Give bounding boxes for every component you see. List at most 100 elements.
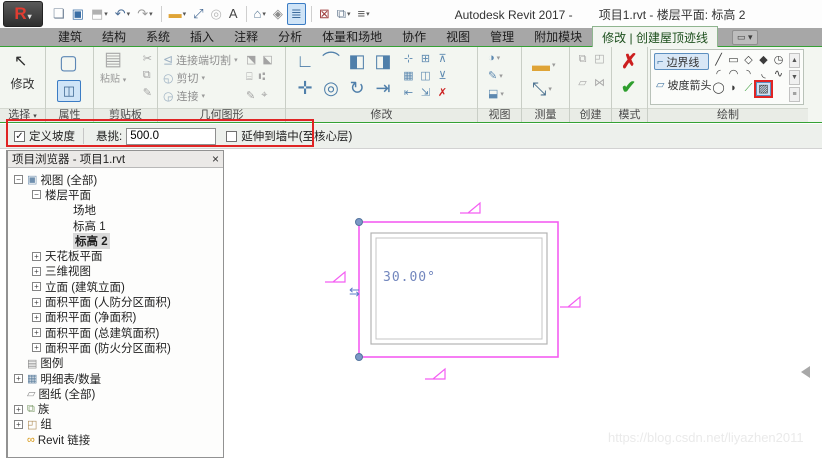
split-element-icon[interactable]: ⊹ [400, 53, 417, 70]
offset-icon[interactable]: ⌒ [318, 51, 344, 78]
split-gap-icon[interactable]: ⊞ [417, 53, 434, 70]
expand-icon[interactable]: + [32, 328, 41, 338]
aligned-dimension-icon[interactable]: ⤢ [190, 4, 206, 24]
draw-line-icon[interactable]: ╱ [711, 54, 726, 68]
draw-arc-center-icon[interactable]: ◠ [726, 68, 741, 82]
nav-arrow-icon[interactable] [801, 366, 810, 378]
draw-partial-ellipse-icon[interactable]: ◗ [726, 82, 741, 96]
tree-item[interactable]: + ◰ 组 [8, 417, 223, 432]
draw-spline-icon[interactable]: ∿ [771, 68, 786, 82]
thin-lines-icon[interactable]: ≣ [286, 3, 306, 25]
trim-extend-icon[interactable]: ⇥ [370, 78, 396, 105]
close-icon[interactable]: × [212, 153, 219, 165]
expand-icon[interactable]: + [32, 266, 41, 276]
application-menu-button[interactable]: R▾ [3, 1, 43, 27]
slope-triangle-bottom[interactable] [425, 367, 446, 380]
panel-label-select[interactable]: 选择 ▾ [0, 108, 45, 122]
tab-体量和场地[interactable]: 体量和场地 [312, 26, 392, 48]
measure-icon[interactable]: ▬ ▾ [166, 4, 190, 24]
move-icon[interactable]: ✛ [292, 78, 318, 105]
create-parts-icon[interactable]: ⋈ [591, 77, 608, 101]
tree-item[interactable]: 场地 [8, 203, 223, 218]
collapse-icon[interactable]: − [14, 175, 23, 185]
tag-icon[interactable]: ◎ [208, 4, 225, 24]
tab-建筑[interactable]: 建筑 [48, 26, 92, 48]
properties-palette-icon[interactable]: ▢ [59, 50, 78, 75]
expand-icon[interactable]: + [32, 312, 41, 322]
draw-inscribed-polygon-icon[interactable]: ◇ [741, 54, 756, 68]
tree-item[interactable]: + 天花板平面 [8, 248, 223, 263]
slope-triangle-top[interactable] [460, 201, 481, 214]
tab-协作[interactable]: 协作 [392, 26, 436, 48]
overhang-input[interactable] [126, 127, 217, 145]
align-icon[interactable]: ∟ [292, 51, 318, 78]
draw-arc-start-end-icon[interactable]: ◜ [711, 68, 726, 82]
tree-item[interactable]: + ⧉ 族 [8, 401, 223, 416]
tab-结构[interactable]: 结构 [92, 26, 136, 48]
tab-插入[interactable]: 插入 [180, 26, 224, 48]
tree-item[interactable]: 标高 2 [8, 232, 223, 249]
unpin-icon[interactable]: ⊻ [434, 70, 451, 87]
dimension-icon[interactable]: ⤡ ▾ [532, 79, 552, 99]
expand-icon[interactable]: + [32, 343, 41, 353]
draw-circle-icon[interactable]: ◷ [771, 54, 786, 68]
tree-item[interactable]: ▱ 图纸 (全部) [8, 386, 223, 401]
undo-icon[interactable]: ↶ ▾ [112, 4, 133, 24]
expand-icon[interactable]: + [32, 282, 41, 292]
default-3d-view-icon[interactable]: ⌂ ▾ [251, 4, 269, 24]
cut-geometry-button[interactable]: ◵ 剪切 ▾ [163, 70, 205, 86]
collapse-icon[interactable]: − [32, 190, 41, 200]
tab-附加模块[interactable]: 附加模块 [524, 26, 592, 48]
cope-button[interactable]: ⊴ 连接端切割 ▾ [163, 52, 238, 68]
tree-item[interactable]: ▤ 图例 [8, 356, 223, 371]
sync-icon[interactable]: ⬒ ▾ [88, 4, 111, 24]
section-icon[interactable]: ◈ [270, 4, 286, 24]
flip-arrows-control[interactable]: ⇆ [349, 284, 360, 299]
mirror-draw-icon[interactable]: ◨ [370, 51, 396, 78]
wall-joins-icon[interactable]: ⬔ [246, 53, 256, 66]
mirror-axis-icon[interactable]: ◧ [344, 51, 370, 78]
split-face-icon[interactable]: ⑆ [259, 71, 266, 84]
expand-icon[interactable]: + [14, 404, 23, 414]
expand-icon[interactable]: + [14, 374, 23, 383]
trim-multi-icon[interactable]: ⇲ [417, 87, 434, 104]
copy-icon[interactable]: ⧉ [143, 69, 152, 82]
create-assembly-icon[interactable]: ▱ [574, 77, 591, 101]
project-browser-header[interactable]: 项目浏览器 - 项目1.rvt × [8, 151, 223, 168]
override-graphics-icon[interactable]: ✎ ▾ [488, 70, 503, 82]
drawing-area[interactable]: ⇆ 30.00° [224, 149, 822, 462]
finish-edit-mode-button[interactable]: ✔ [621, 77, 636, 98]
draw-scroll-up-icon[interactable]: ▲ [789, 53, 800, 68]
tree-item[interactable]: + 面积平面 (人防分区面积) [8, 294, 223, 309]
temporary-hide-icon[interactable]: ◑ ▾ [488, 52, 500, 64]
tree-item[interactable]: + 三维视图 [8, 264, 223, 279]
create-similar-icon[interactable]: ◰ [591, 53, 608, 77]
pick-walls-icon[interactable]: ▨ [754, 80, 773, 98]
trim-corner-icon[interactable]: ⇤ [400, 87, 417, 104]
tree-item[interactable]: ∞ Revit 链接 [8, 432, 223, 447]
delete-icon[interactable]: ✗ [434, 87, 451, 104]
cancel-edit-mode-button[interactable]: ✗ [621, 49, 638, 74]
tree-item[interactable]: 标高 1 [8, 218, 223, 233]
tree-item[interactable]: + 立面 (建筑立面) [8, 279, 223, 294]
pin-icon[interactable]: ⊼ [434, 53, 451, 70]
slope-triangle-right[interactable] [560, 295, 581, 308]
switch-windows-icon[interactable]: ⧉ ▾ [334, 4, 354, 24]
draw-scroll-down-icon[interactable]: ▼ [789, 70, 800, 85]
scale-icon[interactable]: ◫ [417, 70, 434, 87]
expand-icon[interactable]: + [32, 251, 41, 261]
match-properties-icon[interactable]: ✎ [143, 86, 152, 99]
slope-angle-dimension[interactable]: 30.00° [383, 270, 436, 285]
redo-icon[interactable]: ↷ ▾ [134, 4, 155, 24]
cut-icon[interactable]: ✂ [143, 52, 152, 65]
array-icon[interactable]: ▦ [400, 70, 417, 87]
copy-icon[interactable]: ◎ [318, 78, 344, 105]
draw-ellipse-icon[interactable]: ◯ [711, 82, 726, 96]
type-properties-button[interactable]: ◫ [57, 80, 81, 102]
endpoint-handle-bottom[interactable] [355, 353, 363, 361]
tree-item[interactable]: − 楼层平面 [8, 187, 223, 202]
modify-button[interactable]: 修改 [0, 75, 45, 92]
endpoint-handle-top[interactable] [355, 218, 363, 226]
boundary-line-button[interactable]: ⌐ 边界线 [654, 53, 709, 70]
tree-item[interactable]: + 面积平面 (净面积) [8, 310, 223, 325]
